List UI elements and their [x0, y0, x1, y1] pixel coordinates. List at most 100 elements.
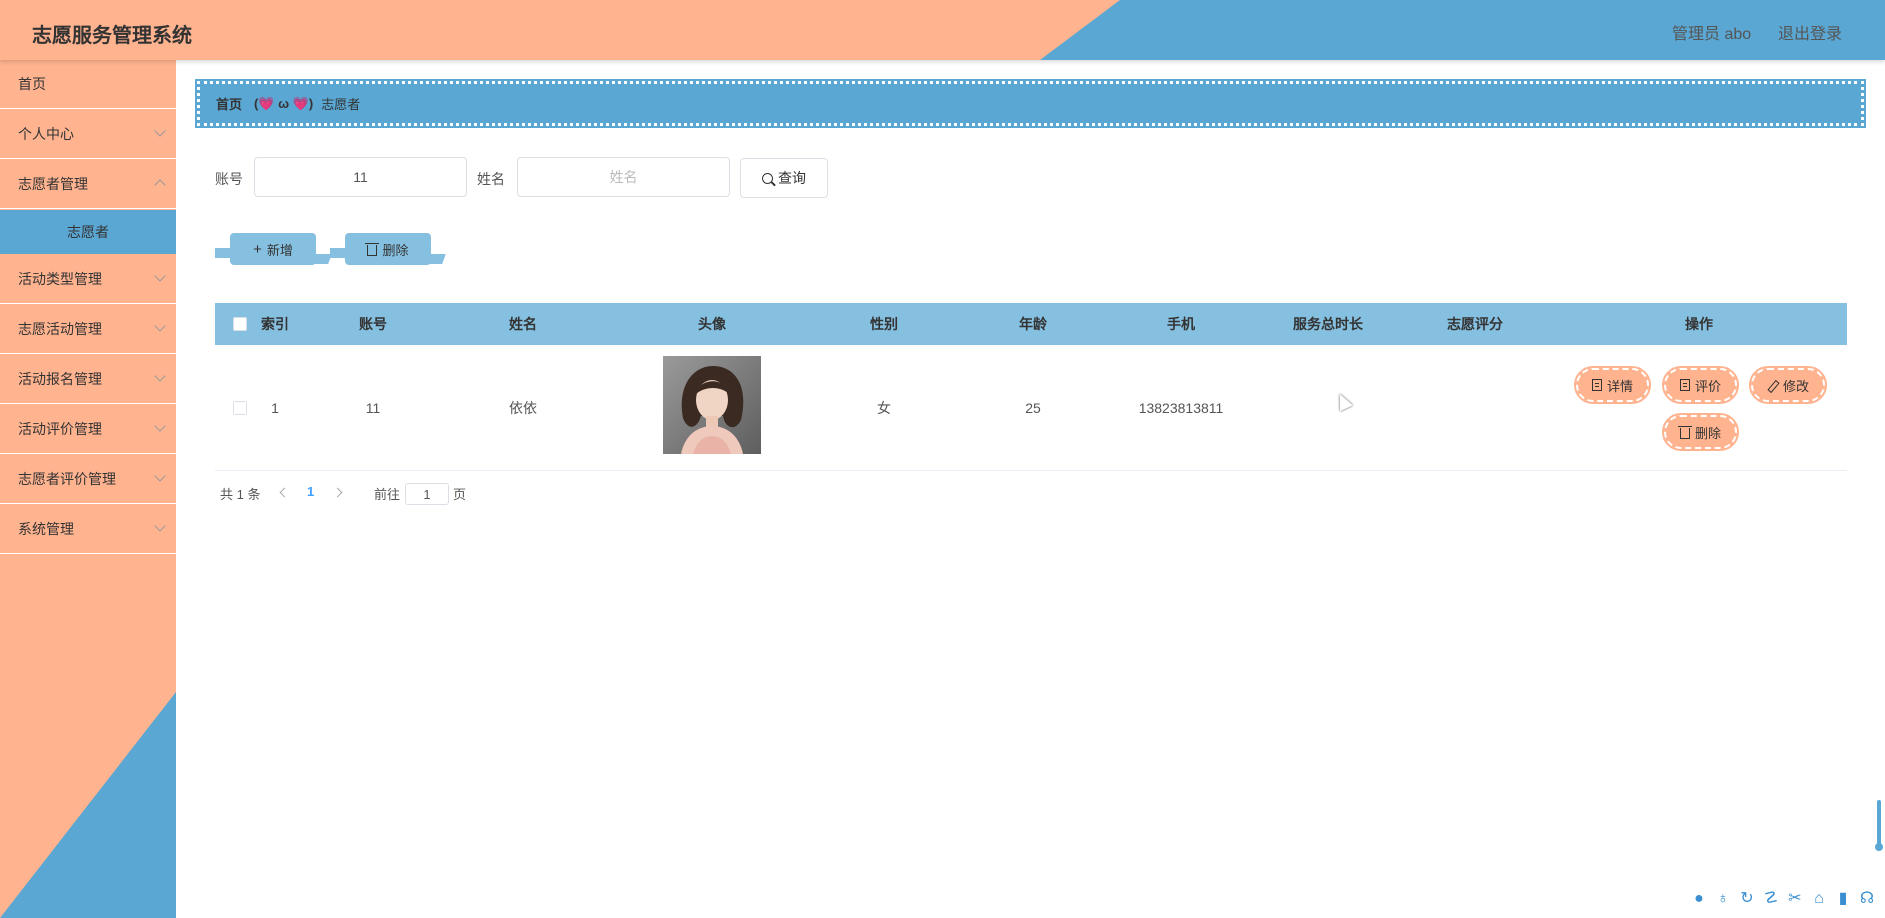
trash-icon [365, 242, 380, 256]
query-button-label: 查询 [778, 170, 806, 186]
add-button-tail-right [310, 254, 332, 264]
column-header-service-hours: 服务总时长 [1293, 316, 1363, 332]
name-label: 姓名 [477, 171, 505, 187]
top-header: 志愿服务管理系统 管理员 abo 退出登录 [0, 0, 1885, 60]
trash-icon [1678, 425, 1692, 439]
pagination-total: 共 1 条 [220, 487, 261, 502]
account-input[interactable] [254, 157, 467, 197]
column-header-avatar: 头像 [698, 316, 726, 332]
pagination-current-page[interactable]: 1 [307, 484, 314, 499]
sidebar-item-label: 志愿者管理 [18, 176, 88, 192]
column-header-actions: 操作 [1685, 316, 1713, 332]
toolbar-icon[interactable]: ⌂ [1810, 889, 1828, 909]
add-button[interactable]: + 新增 [230, 233, 316, 265]
avatar-photo [663, 356, 761, 454]
logout-link[interactable]: 退出登录 [1778, 20, 1842, 44]
breadcrumb: 首页 (💗 ω 💗) 志愿者 [195, 79, 1866, 128]
row-delete-label: 删除 [1695, 425, 1722, 441]
chevron-down-icon [154, 320, 166, 332]
batch-delete-button[interactable]: 删除 [345, 233, 431, 265]
toolbar-icon[interactable]: ↻ [1738, 889, 1756, 909]
sidebar-subitem-volunteer[interactable]: 志愿者 [0, 210, 176, 254]
toolbar-icon[interactable]: ☊ [1858, 889, 1876, 909]
table-header: 索引 账号 姓名 头像 性别 年龄 手机 服务总时长 志愿评分 操作 [215, 303, 1847, 345]
sidebar-subitem-label: 志愿者 [67, 224, 109, 240]
pagination-page-suffix: 页 [453, 487, 467, 502]
toolbar-icon[interactable]: ✂ [1786, 889, 1804, 909]
sidebar-item-home[interactable]: 首页 [0, 60, 176, 109]
chevron-down-icon [154, 125, 166, 137]
sidebar-item-activity-type[interactable]: 活动类型管理 [0, 255, 176, 304]
sidebar-decoration [0, 692, 176, 918]
prev-page-icon[interactable] [279, 487, 290, 498]
batch-delete-label: 删除 [382, 242, 409, 258]
column-header-age: 年龄 [1019, 316, 1047, 332]
next-page-icon[interactable] [332, 487, 343, 498]
chevron-down-icon [154, 470, 166, 482]
sidebar-item-volunteer-activity[interactable]: 志愿活动管理 [0, 305, 176, 354]
column-header-score: 志愿评分 [1447, 316, 1503, 332]
toolbar-icon[interactable]: ▮ [1834, 889, 1852, 909]
pagination-goto-label: 前往 [374, 487, 401, 502]
row-delete-button[interactable]: 删除 [1661, 413, 1740, 451]
cell-service-hours [1273, 345, 1383, 471]
cell-age: 25 [1025, 400, 1041, 416]
cell-score [1425, 345, 1525, 471]
detail-button[interactable]: 详情 [1573, 366, 1652, 404]
sidebar-item-volunteer-review[interactable]: 志愿者评价管理 [0, 455, 176, 504]
sidebar: 首页 个人中心 志愿者管理 志愿者 活动类型管理 志愿活动管理 活动报名管理 活… [0, 60, 176, 918]
chevron-down-icon [154, 520, 166, 532]
sidebar-item-activity-signup[interactable]: 活动报名管理 [0, 355, 176, 404]
breadcrumb-separator: (💗 ω 💗) [254, 95, 314, 111]
chevron-up-icon [154, 179, 166, 191]
plus-icon: + [253, 240, 262, 258]
sidebar-item-volunteer-management[interactable]: 志愿者管理 [0, 160, 176, 209]
breadcrumb-current: 志愿者 [321, 97, 361, 112]
toolbar-icon[interactable]: ♁ [1714, 889, 1732, 909]
sidebar-item-label: 首页 [18, 76, 46, 92]
column-header-account: 账号 [359, 316, 387, 332]
edit-button-label: 修改 [1783, 378, 1810, 394]
column-header-name: 姓名 [509, 316, 537, 332]
pagination-goto-input[interactable] [405, 483, 449, 505]
table-row: 1 11 依依 女 25 13823813811 详情 评价 修改 删除 [215, 345, 1847, 471]
current-user: 管理员 abo [1672, 26, 1752, 43]
rate-button[interactable]: 评价 [1661, 366, 1740, 404]
column-header-phone: 手机 [1167, 316, 1195, 332]
document-icon [1592, 379, 1602, 391]
chevron-down-icon [154, 420, 166, 432]
cell-name: 依依 [509, 400, 537, 416]
sidebar-item-label: 系统管理 [18, 521, 74, 537]
delete-button-tail-right [426, 254, 446, 264]
sidebar-item-label: 志愿者评价管理 [18, 471, 116, 487]
cell-index: 1 [271, 400, 279, 416]
toolbar-icon[interactable]: ● [1690, 889, 1708, 909]
name-input[interactable] [517, 157, 730, 197]
sidebar-item-label: 活动类型管理 [18, 271, 102, 287]
edit-button[interactable]: 修改 [1748, 366, 1828, 404]
column-header-gender: 性别 [870, 316, 898, 332]
chevron-down-icon [154, 270, 166, 282]
breadcrumb-home[interactable]: 首页 [216, 94, 242, 113]
sidebar-item-label: 志愿活动管理 [18, 321, 102, 337]
sidebar-item-activity-review[interactable]: 活动评价管理 [0, 405, 176, 454]
detail-button-label: 详情 [1607, 378, 1634, 394]
sidebar-item-personal-center[interactable]: 个人中心 [0, 110, 176, 159]
document-icon [1680, 379, 1690, 391]
sidebar-item-label: 活动报名管理 [18, 371, 102, 387]
rate-button-label: 评价 [1695, 378, 1722, 394]
sidebar-item-system[interactable]: 系统管理 [0, 505, 176, 554]
sidebar-item-label: 活动评价管理 [18, 421, 102, 437]
floating-toolbar: ● ♁ ↻ ☡ ✂ ⌂ ▮ ☊ [1690, 889, 1876, 909]
account-label: 账号 [215, 171, 243, 187]
add-button-label: 新增 [266, 242, 293, 258]
cell-gender: 女 [877, 400, 891, 416]
column-header-index: 索引 [261, 316, 289, 332]
cell-account: 11 [365, 400, 381, 416]
toolbar-icon[interactable]: ☡ [1762, 889, 1780, 909]
chevron-down-icon [154, 370, 166, 382]
scroll-handle-knob[interactable] [1875, 843, 1883, 851]
query-button[interactable]: 查询 [740, 158, 828, 198]
avatar[interactable] [663, 356, 761, 454]
cell-phone: 13823813811 [1138, 400, 1224, 416]
